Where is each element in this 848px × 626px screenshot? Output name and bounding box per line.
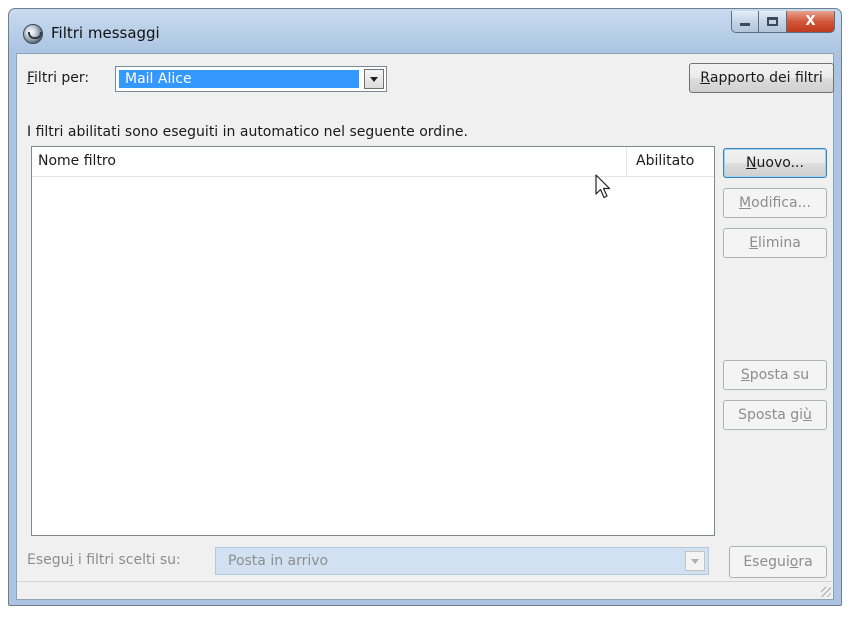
column-header-enabled[interactable]: Abilitato	[636, 153, 694, 169]
close-icon: X	[805, 14, 816, 29]
new-filter-button[interactable]: Nuovo...	[723, 148, 827, 178]
run-folder-select[interactable]: Posta in arrivo	[215, 547, 709, 575]
thunderbird-icon	[23, 24, 43, 44]
filters-window: Filtri messaggi X Filtri per: Mail Alice…	[8, 8, 842, 606]
window-title: Filtri messaggi	[51, 24, 160, 42]
resize-grip-icon[interactable]	[821, 587, 831, 597]
account-select-value: Mail Alice	[119, 70, 359, 88]
account-select[interactable]: Mail Alice	[115, 66, 387, 92]
move-up-button[interactable]: Sposta su	[723, 360, 827, 390]
chevron-down-icon	[691, 558, 699, 564]
close-button[interactable]: X	[787, 11, 835, 33]
minimize-icon	[740, 23, 750, 26]
move-down-button[interactable]: Sposta gi ù	[723, 400, 827, 430]
run-filters-on-label: Esegui i filtri scelti su:	[27, 552, 181, 568]
maximize-button[interactable]	[759, 11, 787, 33]
filter-log-button[interactable]: Rapporto dei filtri	[689, 63, 834, 93]
run-now-button[interactable]: Esegui o ra	[729, 546, 827, 578]
status-bar	[17, 581, 833, 599]
filter-list-header: Nome filtro Abilitato	[32, 147, 714, 177]
column-header-filter-name[interactable]: Nome filtro	[38, 153, 116, 169]
filters-for-label: Filtri per:	[27, 70, 90, 86]
maximize-icon	[767, 17, 778, 26]
run-folder-value: Posta in arrivo	[228, 553, 329, 569]
title-bar[interactable]: Filtri messaggi X	[9, 9, 841, 53]
chevron-down-icon	[370, 76, 378, 82]
filters-order-info: I filtri abilitati sono eseguiti in auto…	[27, 124, 468, 140]
minimize-button[interactable]	[731, 11, 759, 33]
mouse-cursor-icon	[595, 174, 611, 199]
account-dropdown-button[interactable]	[364, 69, 384, 89]
filter-list[interactable]: Nome filtro Abilitato	[31, 146, 715, 536]
column-divider[interactable]	[626, 147, 627, 177]
delete-filter-button[interactable]: Elimina	[723, 228, 827, 258]
dialog-client-area: Filtri per: Mail Alice Rapporto dei filt…	[16, 53, 834, 600]
edit-filter-button[interactable]: Modifica...	[723, 188, 827, 218]
run-folder-dropdown-button[interactable]	[685, 551, 705, 571]
caption-buttons: X	[731, 11, 835, 33]
